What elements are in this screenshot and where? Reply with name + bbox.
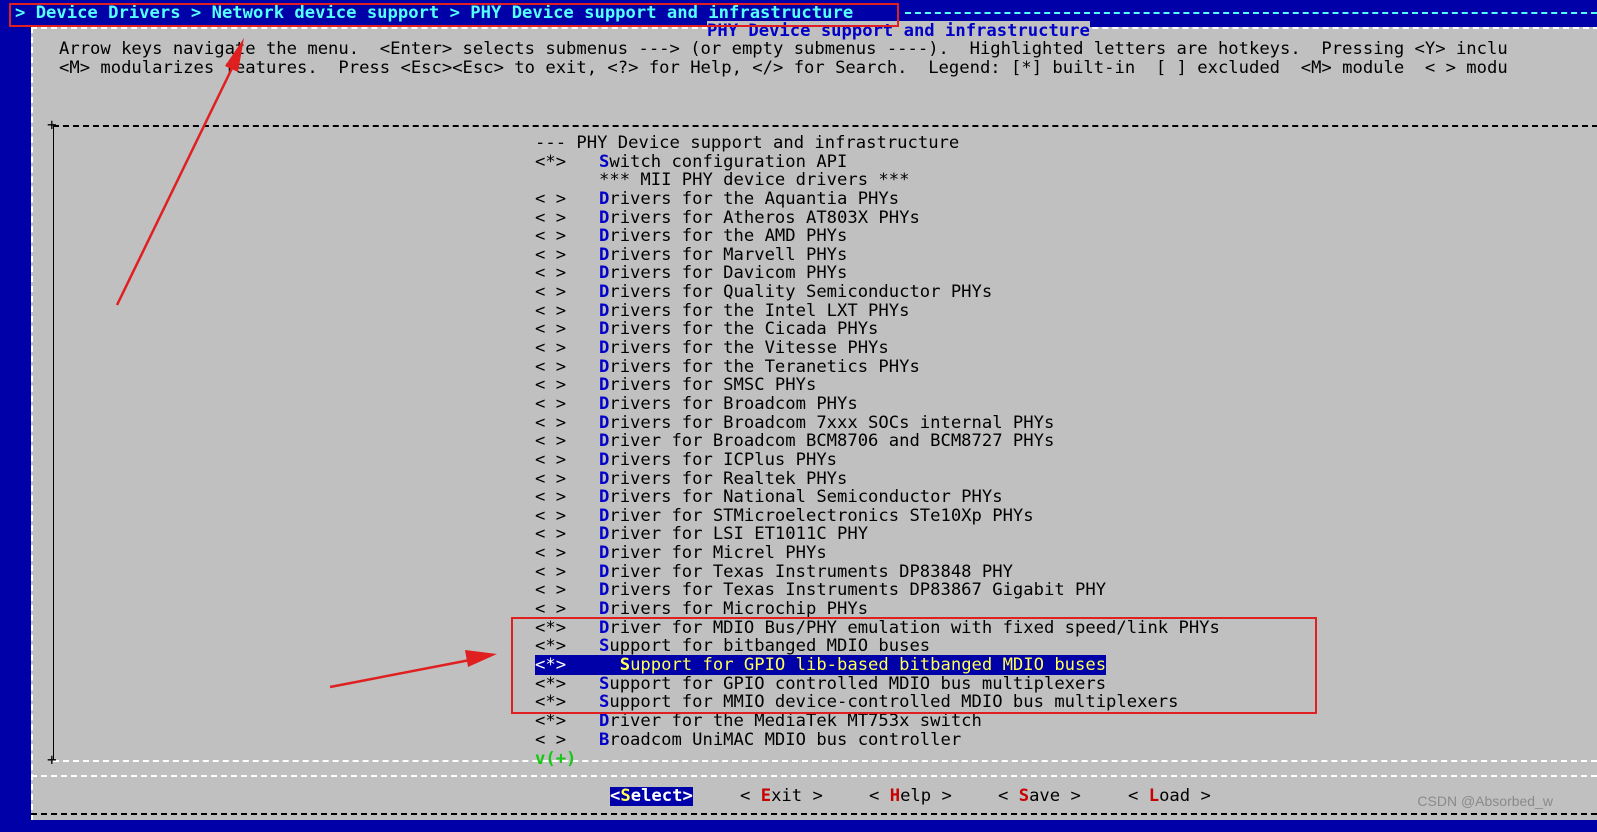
arrow-line-to-menu: [329, 658, 471, 689]
annotation-arrows: [115, 38, 497, 689]
arrow-head-to-menu: [465, 650, 497, 667]
watermark: CSDN @Absorbed_w: [1417, 793, 1553, 809]
arrow-head-to-breadcrumb: [225, 38, 244, 72]
arrow-line-to-breadcrumb: [115, 59, 238, 306]
